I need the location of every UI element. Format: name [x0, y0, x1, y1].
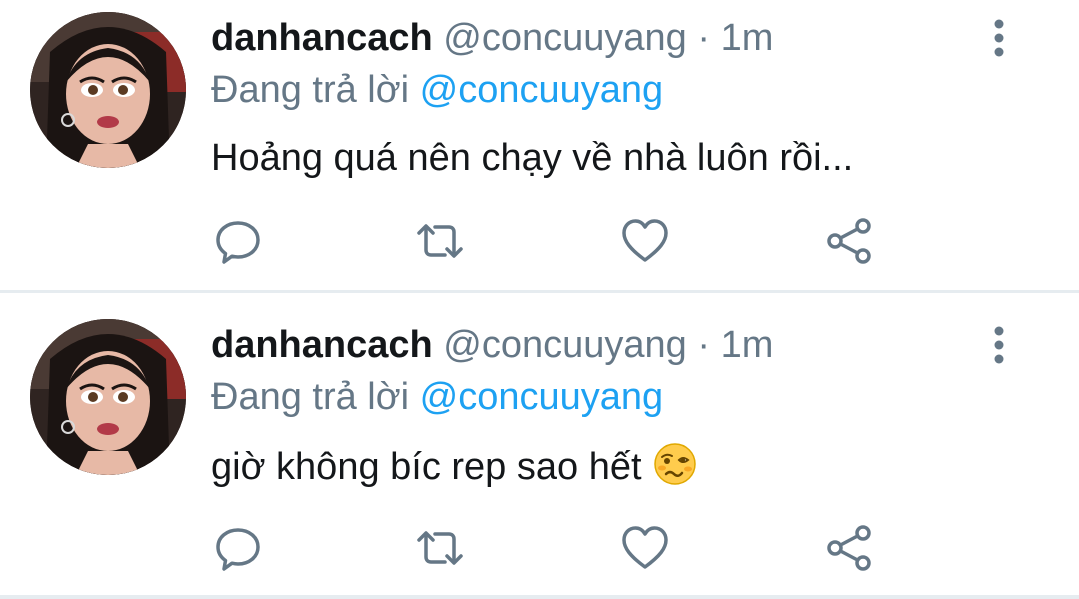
- share-icon: [827, 218, 871, 264]
- tweet-header: danhancach @concuuyang · 1m: [211, 321, 773, 369]
- user-handle[interactable]: @concuuyang: [443, 17, 687, 59]
- avatar[interactable]: [30, 12, 186, 168]
- heart-icon: [622, 526, 668, 569]
- retweet-button[interactable]: [415, 523, 465, 573]
- reply-mention-link[interactable]: @concuuyang: [420, 376, 664, 418]
- comment-icon: [216, 528, 260, 571]
- tweet-text: Hoảng quá nên chạy về nhà luôn rồi...: [211, 134, 853, 182]
- user-handle[interactable]: @concuuyang: [443, 324, 687, 366]
- reply-mention-link[interactable]: @concuuyang: [420, 69, 664, 111]
- more-vertical-icon: [994, 19, 1004, 57]
- user-name[interactable]: danhancach: [211, 17, 433, 59]
- comment-icon: [216, 221, 260, 264]
- tweet-divider: [0, 595, 1079, 599]
- tweet[interactable]: danhancach @concuuyang · 1m Đang trả lời…: [0, 0, 1079, 292]
- reply-button[interactable]: [213, 216, 263, 266]
- reply-button[interactable]: [213, 523, 263, 573]
- woozy-face-icon: [654, 443, 696, 485]
- retweet-button[interactable]: [415, 216, 465, 266]
- share-button[interactable]: [825, 216, 875, 266]
- tweet[interactable]: danhancach @concuuyang · 1m Đang trả lời…: [0, 307, 1079, 599]
- share-icon: [827, 525, 871, 571]
- tweet-divider: [0, 290, 1079, 293]
- reply-context: Đang trả lời @concuuyang: [211, 66, 663, 114]
- reply-prefix: Đang trả lời: [211, 376, 410, 418]
- user-name[interactable]: danhancach: [211, 324, 433, 366]
- timestamp[interactable]: 1m: [721, 17, 774, 59]
- retweet-icon: [417, 531, 463, 565]
- tweet-header: danhancach @concuuyang · 1m: [211, 14, 773, 62]
- reply-context: Đang trả lời @concuuyang: [211, 373, 663, 421]
- reply-prefix: Đang trả lời: [211, 69, 410, 111]
- retweet-icon: [417, 224, 463, 258]
- separator-dot: ·: [697, 324, 711, 366]
- more-options-button[interactable]: [985, 14, 1013, 62]
- heart-icon: [622, 219, 668, 262]
- tweet-text-content: giờ không bíc rep sao hết: [211, 446, 642, 488]
- share-button[interactable]: [825, 523, 875, 573]
- separator-dot: ·: [697, 17, 711, 59]
- like-button[interactable]: [620, 523, 670, 573]
- avatar-image: [30, 319, 186, 475]
- timestamp[interactable]: 1m: [721, 324, 774, 366]
- avatar[interactable]: [30, 319, 186, 475]
- tweet-text-content: Hoảng quá nên chạy về nhà luôn rồi...: [211, 137, 854, 179]
- more-options-button[interactable]: [985, 321, 1013, 369]
- more-vertical-icon: [994, 326, 1004, 364]
- avatar-image: [30, 12, 186, 168]
- like-button[interactable]: [620, 216, 670, 266]
- tweet-text: giờ không bíc rep sao hết: [211, 441, 698, 491]
